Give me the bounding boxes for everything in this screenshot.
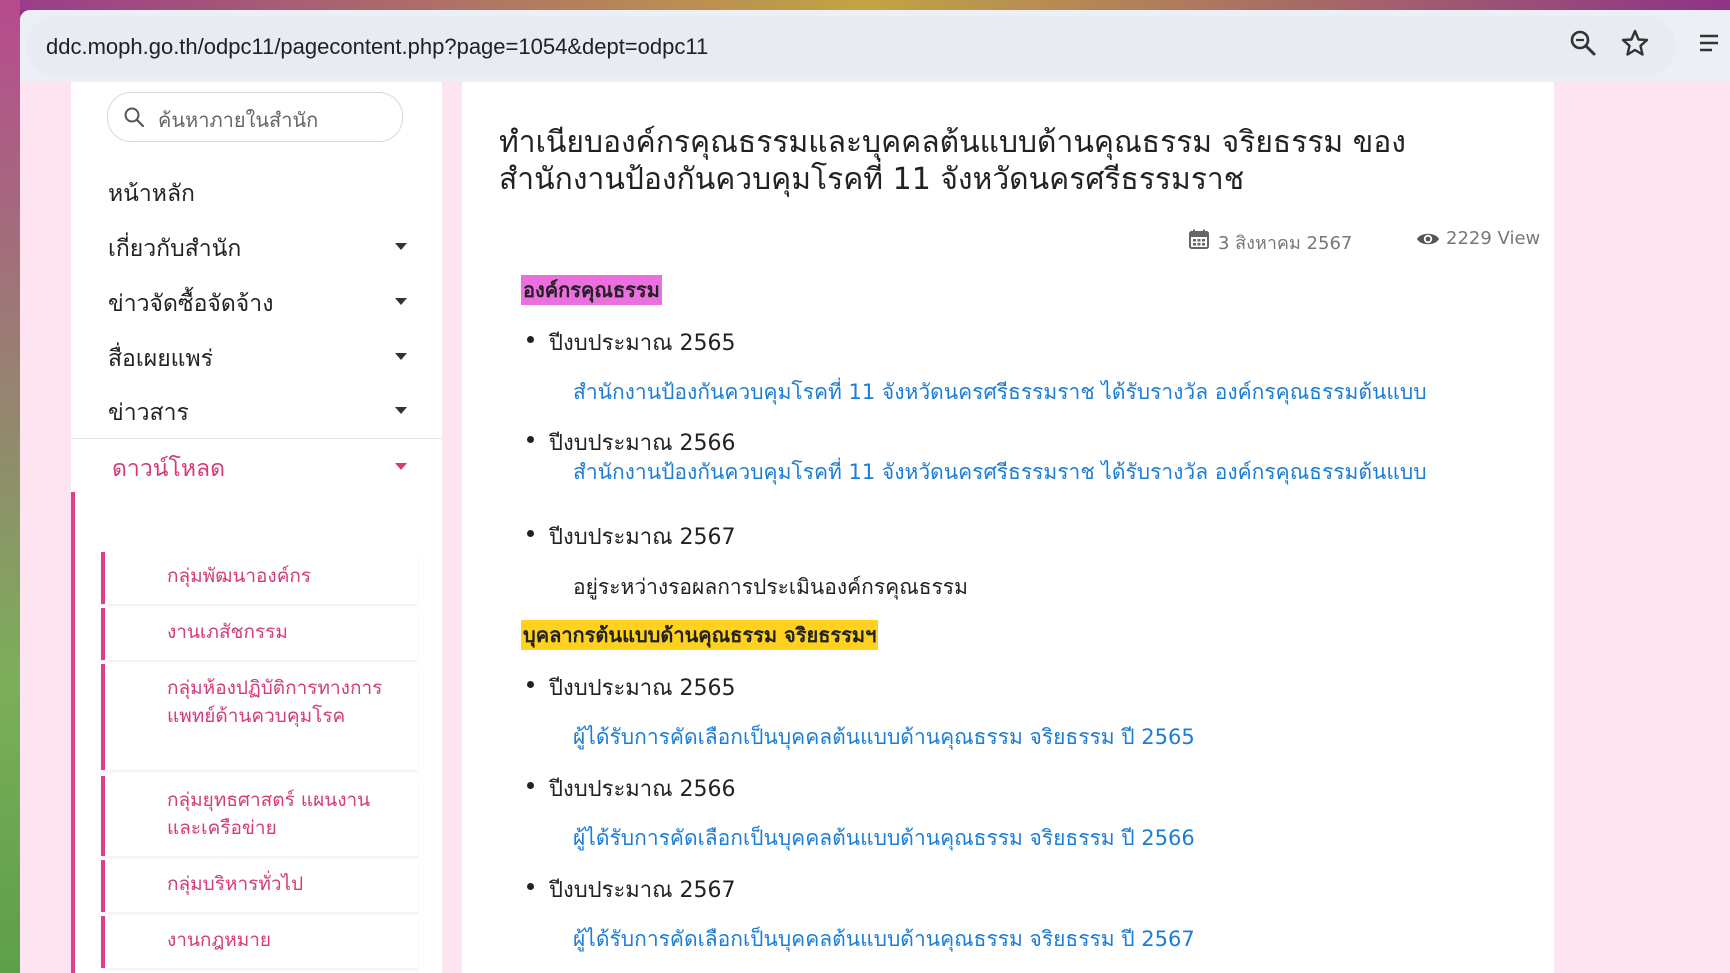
list-item-year: ปีงบประมาณ 2565 [527, 325, 736, 360]
browser-window: ddc.moph.go.th/odpc11/pagecontent.php?pa… [20, 10, 1730, 973]
submenu-label: กลุ่มห้องปฏิบัติการทางการแพทย์ด้านควบคุม… [167, 677, 383, 727]
post-date-text: 3 สิงหาคม 2567 [1218, 233, 1353, 254]
section-heading-personnel: บุคลากรต้นแบบด้านคุณธรรม จริยธรรมฯ [521, 620, 879, 650]
sidebar-item-news[interactable]: ข่าวสาร [71, 383, 442, 439]
bookmark-star-icon[interactable] [1618, 26, 1652, 60]
chevron-down-icon [395, 407, 407, 414]
submenu-item[interactable]: กลุ่มห้องปฏิบัติการทางการแพทย์ด้านควบคุม… [101, 664, 418, 770]
calendar-icon [1189, 229, 1209, 249]
submenu-label: งานเภสัชกรรม [167, 621, 288, 643]
sidebar-item-download[interactable]: ดาวน์โหลด [71, 438, 442, 495]
chevron-down-icon [395, 298, 407, 305]
submenu-item[interactable]: กลุ่มยุทธศาสตร์ แผนงาน และเครือข่าย [101, 776, 418, 856]
sidebar-item-about[interactable]: เกี่ยวกับสำนัก [71, 219, 442, 275]
search-input[interactable]: ค้นหาภายในสำนัก [107, 92, 403, 142]
background-decoration-left [0, 0, 20, 973]
sidebar-item-label: สื่อเผยแพร่ [108, 346, 214, 372]
submenu-item[interactable]: งานกฎหมาย [101, 916, 418, 968]
chevron-down-icon [395, 463, 407, 470]
list-item-year: ปีงบประมาณ 2566 [527, 771, 736, 806]
sidebar-item-procurement[interactable]: ข่าวจัดซื้อจัดจ้าง [71, 274, 442, 330]
search-icon [124, 107, 145, 128]
personnel-link[interactable]: ผู้ได้รับการคัดเลือกเป็นบุคคลต้นแบบด้านค… [573, 822, 1195, 855]
sidebar-item-label: ดาวน์โหลด [112, 456, 226, 482]
sidebar-item-label: ข่าวสาร [108, 400, 189, 426]
article-content: ทำเนียบองค์กรคุณธรรมและบุคคลต้นแบบด้านคุ… [462, 82, 1554, 973]
zoom-icon[interactable] [1566, 26, 1600, 60]
list-item-year: ปีงบประมาณ 2567 [527, 872, 736, 907]
sidebar-item-label: ข่าวจัดซื้อจัดจ้าง [108, 291, 274, 317]
personnel-link[interactable]: ผู้ได้รับการคัดเลือกเป็นบุคคลต้นแบบด้านค… [573, 721, 1195, 754]
submenu-item[interactable]: กลุ่มพัฒนาองค์กร [101, 552, 418, 604]
submenu-label: กลุ่มยุทธศาสตร์ แผนงาน และเครือข่าย [167, 789, 371, 839]
sidebar-item-label: หน้าหลัก [108, 181, 195, 207]
personnel-link[interactable]: ผู้ได้รับการคัดเลือกเป็นบุคคลต้นแบบด้านค… [573, 923, 1195, 956]
reading-list-icon[interactable] [1696, 26, 1730, 60]
sidebar-item-home[interactable]: หน้าหลัก [71, 164, 442, 220]
submenu-item[interactable]: งานเภสัชกรรม [101, 608, 418, 660]
list-item-year: ปีงบประมาณ 2565 [527, 670, 736, 705]
award-link[interactable]: สำนักงานป้องกันควบคุมโรคที่ 11 จังหวัดนค… [573, 456, 1427, 489]
chevron-down-icon [395, 243, 407, 250]
url-field[interactable]: ddc.moph.go.th/odpc11/pagecontent.php?pa… [26, 16, 1676, 76]
pending-status-text: อยู่ระหว่างรอผลการประเมินองค์กรคุณธรรม [573, 575, 968, 599]
submenu-label: งานกฎหมาย [167, 929, 272, 951]
submenu-label: กลุ่มพัฒนาองค์กร [167, 565, 312, 587]
search-placeholder: ค้นหาภายในสำนัก [158, 108, 319, 132]
list-item-year: ปีงบประมาณ 2566 [527, 425, 736, 460]
view-count-text: 2229 View [1446, 228, 1541, 249]
eye-icon [1417, 233, 1439, 245]
award-link[interactable]: สำนักงานป้องกันควบคุมโรคที่ 11 จังหวัดนค… [573, 376, 1427, 409]
sidebar: ค้นหาภายในสำนัก หน้าหลัก เกี่ยวกับสำนัก … [71, 82, 442, 973]
url-text[interactable]: ddc.moph.go.th/odpc11/pagecontent.php?pa… [46, 34, 708, 60]
submenu-label: กลุ่มบริหารทั่วไป [167, 873, 304, 895]
active-indicator [71, 492, 75, 973]
page-title: ทำเนียบองค์กรคุณธรรมและบุคคลต้นแบบด้านคุ… [499, 125, 1406, 197]
submenu-item[interactable]: กลุ่มบริหารทั่วไป [101, 860, 418, 912]
section-heading-organization: องค์กรคุณธรรม [521, 275, 662, 305]
address-bar: ddc.moph.go.th/odpc11/pagecontent.php?pa… [20, 10, 1730, 82]
background-decoration-top [0, 0, 1730, 10]
list-item-year: ปีงบประมาณ 2567 [527, 519, 736, 554]
sidebar-item-label: เกี่ยวกับสำนัก [108, 236, 242, 262]
chevron-down-icon [395, 353, 407, 360]
sidebar-item-media[interactable]: สื่อเผยแพร่ [71, 329, 442, 385]
